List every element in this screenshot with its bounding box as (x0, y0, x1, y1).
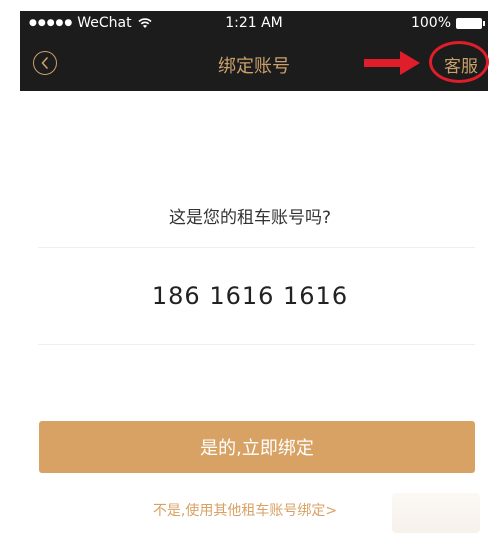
battery-percentage: 100% (410, 15, 451, 31)
watermark-overlay (392, 493, 480, 533)
account-number: 186 1616 1616 (151, 282, 349, 310)
phone-screen: ●●●●● WeChat 1:21 AM 100% 绑定账号 客服 这是您的租车… (0, 0, 500, 542)
navigation-bar: 绑定账号 客服 (20, 35, 489, 91)
status-right: 100% (410, 15, 485, 31)
confirm-bind-button[interactable]: 是的,立即绑定 (39, 421, 475, 473)
divider-top (38, 247, 475, 248)
account-question: 这是您的租车账号吗? (168, 208, 332, 228)
battery-icon (456, 17, 485, 29)
annotation-arrow-icon (364, 51, 420, 75)
customer-service-button[interactable]: 客服 (444, 52, 478, 77)
status-bar: ●●●●● WeChat 1:21 AM 100% (20, 11, 488, 35)
divider-bottom (38, 344, 475, 345)
